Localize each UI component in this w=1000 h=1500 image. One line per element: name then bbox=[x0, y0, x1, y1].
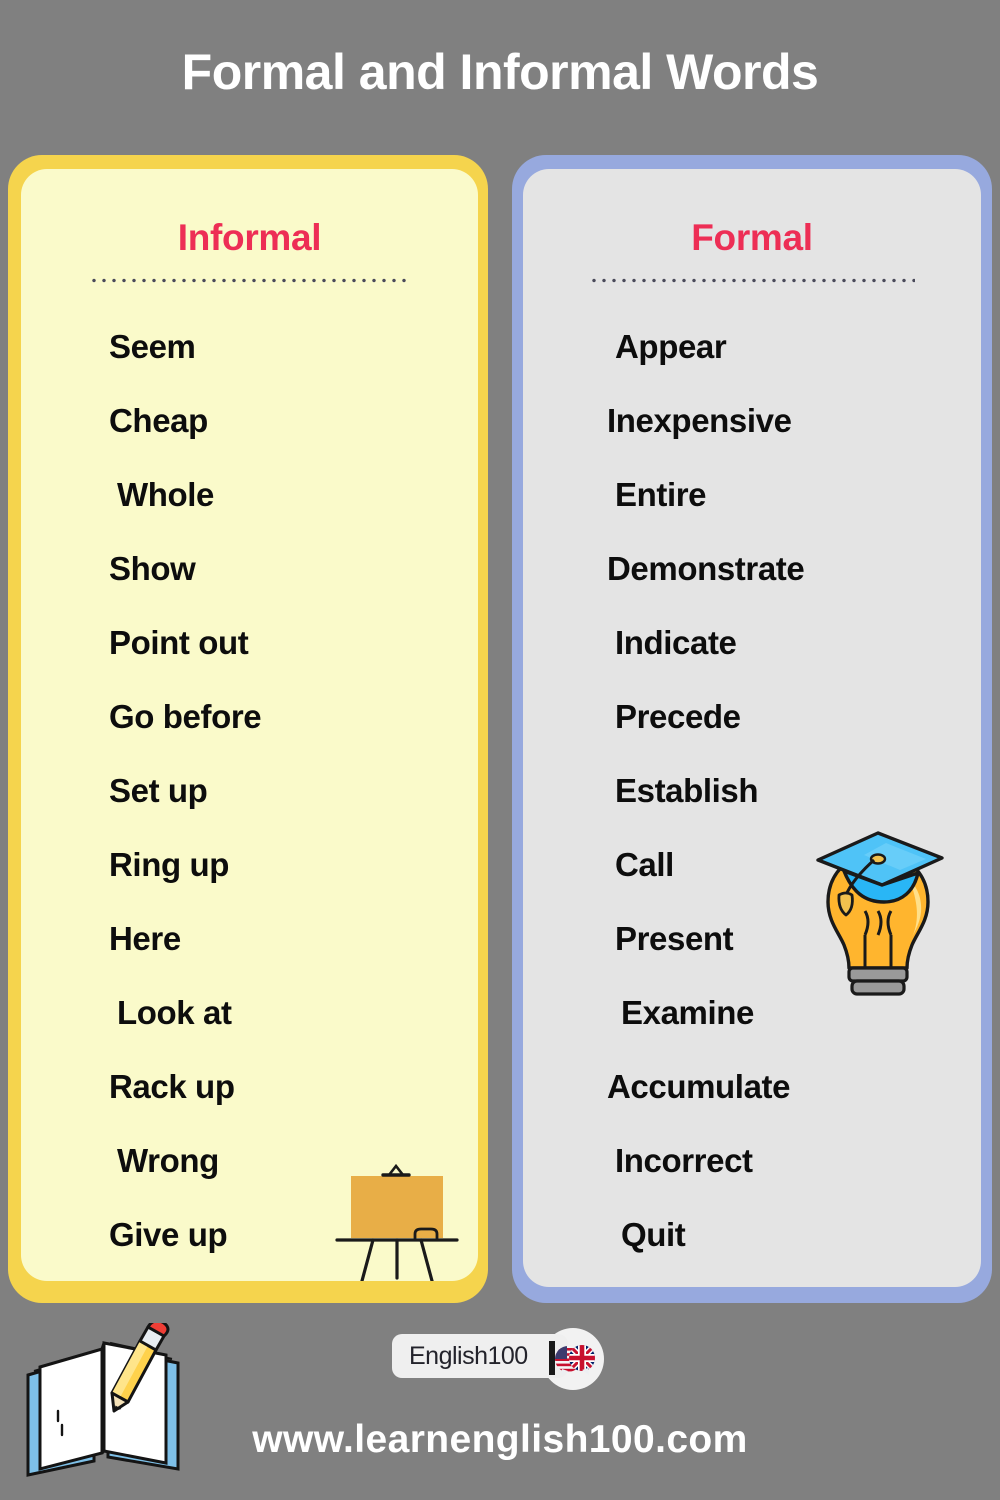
list-item: Appear bbox=[615, 327, 727, 365]
word-columns-container: Informal Seem Cheap Whole Show Point out… bbox=[0, 155, 1000, 1305]
informal-card: Informal Seem Cheap Whole Show Point out… bbox=[8, 155, 488, 1303]
list-item: Incorrect bbox=[615, 1141, 753, 1179]
list-item: Present bbox=[615, 919, 734, 957]
formal-heading-divider bbox=[589, 278, 915, 283]
footer: English100 www.learnenglish100.com bbox=[0, 1305, 1000, 1500]
logo-text: English100 bbox=[409, 1341, 528, 1370]
list-item: Show bbox=[109, 549, 196, 587]
list-item: Whole bbox=[117, 475, 214, 513]
open-book-pencil-icon bbox=[26, 1323, 180, 1477]
informal-word-list: Seem Cheap Whole Show Point out Go befor… bbox=[21, 309, 478, 1271]
list-item: Seem bbox=[109, 327, 196, 365]
list-item: Ring up bbox=[109, 845, 229, 883]
informal-column-heading: Informal bbox=[177, 217, 322, 258]
informal-card-inner: Informal Seem Cheap Whole Show Point out… bbox=[21, 169, 478, 1281]
list-item: Examine bbox=[621, 993, 754, 1031]
formal-card: Formal Appear Inexpensive Entire Demonst… bbox=[512, 155, 992, 1303]
list-item: Give up bbox=[109, 1215, 228, 1253]
list-item: Accumulate bbox=[607, 1067, 791, 1105]
us-uk-flag-bubbles-icon bbox=[549, 1341, 595, 1376]
formal-column-heading: Formal bbox=[691, 217, 813, 258]
list-item: Entire bbox=[615, 475, 707, 513]
website-url[interactable]: www.learnenglish100.com bbox=[0, 1420, 1000, 1459]
list-item: Call bbox=[615, 845, 674, 883]
formal-card-inner: Formal Appear Inexpensive Entire Demonst… bbox=[523, 169, 981, 1287]
list-item: Set up bbox=[109, 771, 208, 809]
list-item: Establish bbox=[615, 771, 759, 809]
list-item: Demonstrate bbox=[607, 549, 805, 587]
logo-pill: English100 bbox=[392, 1334, 568, 1378]
list-item: Rack up bbox=[109, 1067, 235, 1105]
page-title: Formal and Informal Words bbox=[181, 44, 819, 100]
list-item: Quit bbox=[621, 1215, 686, 1253]
list-item: Go before bbox=[109, 697, 262, 735]
list-item: Look at bbox=[117, 993, 232, 1031]
formal-word-list: Appear Inexpensive Entire Demonstrate In… bbox=[523, 309, 981, 1271]
list-item: Precede bbox=[615, 697, 741, 735]
list-item: Indicate bbox=[615, 623, 737, 661]
brand-logo: English100 bbox=[392, 1328, 610, 1390]
list-item: Here bbox=[109, 919, 181, 957]
list-item: Inexpensive bbox=[607, 401, 792, 439]
informal-heading-divider bbox=[88, 278, 411, 283]
list-item: Wrong bbox=[117, 1141, 219, 1179]
list-item: Point out bbox=[109, 623, 249, 661]
list-item: Cheap bbox=[109, 401, 208, 439]
